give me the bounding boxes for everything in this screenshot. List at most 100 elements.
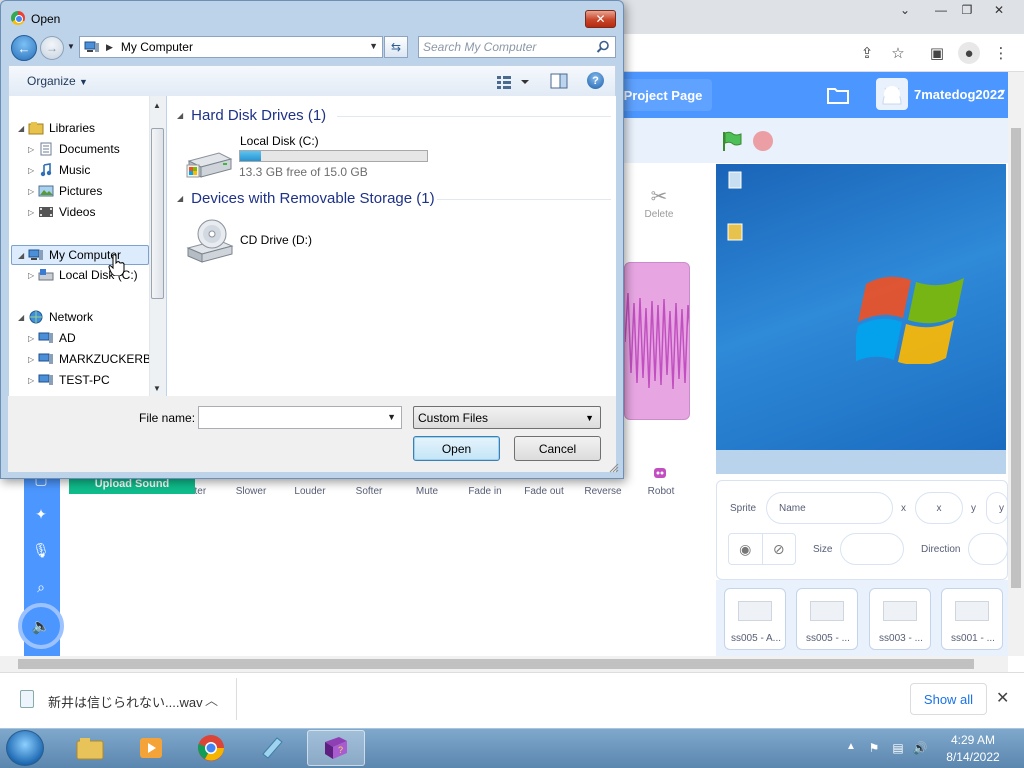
show-hidden-icons-icon[interactable]: ▲ [846, 741, 856, 752]
search-input[interactable] [423, 39, 591, 55]
resize-grip-icon[interactable] [609, 463, 619, 473]
size-input[interactable] [840, 533, 904, 565]
clock-date[interactable]: 8/14/2022 [930, 750, 1016, 764]
effect-fade-in[interactable]: Fade in [457, 486, 513, 497]
organize-button[interactable]: Organize ▼ [27, 74, 88, 88]
x-input[interactable]: x [915, 492, 963, 524]
dialog-close-button[interactable]: ✕ [585, 10, 616, 28]
notepad-taskbar-button[interactable] [243, 730, 301, 766]
show-all-button[interactable]: Show all [910, 683, 987, 715]
effect-reverse[interactable]: Reverse [575, 486, 631, 497]
effect-louder[interactable]: Louder [282, 486, 338, 497]
horizontal-scroll-thumb[interactable] [18, 659, 974, 669]
show-eye-icon[interactable]: ◉ [729, 534, 762, 564]
collapsed-arrow-icon[interactable]: ▷ [28, 187, 38, 196]
open-button[interactable]: Open [413, 436, 500, 461]
file-type-select[interactable]: Custom Files ▼ [413, 406, 601, 429]
nav-item-network[interactable]: ◢ Network [18, 307, 93, 327]
breadcrumb-my-computer[interactable]: My Computer [121, 40, 193, 54]
sprite-tile[interactable]: ss003 - ... [869, 588, 931, 650]
microphone-icon[interactable]: 🎙 [31, 540, 51, 560]
nav-item-music[interactable]: ▷ Music [28, 160, 90, 180]
change-view-icon[interactable] [497, 74, 529, 90]
y-input[interactable]: y [986, 492, 1008, 524]
scroll-up-icon[interactable]: ▲ [153, 101, 161, 110]
collapsed-arrow-icon[interactable]: ▷ [28, 334, 38, 343]
close-download-shelf-icon[interactable]: ✕ [996, 688, 1009, 708]
drive-d-label[interactable]: CD Drive (D:) [240, 233, 312, 247]
chevron-up-icon[interactable]: ︿ [205, 690, 218, 709]
explorer-taskbar-button[interactable] [61, 730, 119, 766]
collapsed-arrow-icon[interactable]: ▷ [28, 271, 38, 280]
expanded-arrow-icon[interactable]: ◢ [18, 251, 28, 260]
stop-icon[interactable] [753, 131, 773, 151]
nav-item-libraries[interactable]: ◢ Libraries [18, 118, 95, 138]
hide-eye-icon[interactable]: ⊘ [761, 534, 796, 564]
expanded-arrow-icon[interactable]: ◢ [177, 111, 183, 120]
delete-tool[interactable]: ✂ Delete [642, 184, 676, 220]
breadcrumb-chevron-icon[interactable]: ▶ [106, 42, 113, 53]
close-window-icon[interactable]: ✕ [984, 0, 1014, 20]
effect-robot[interactable]: Robot [633, 486, 689, 497]
surprise-icon[interactable]: ✦ [31, 504, 51, 524]
preview-pane-icon[interactable] [550, 73, 568, 89]
nav-item-network-computer[interactable]: ▷ AD [28, 328, 76, 348]
collapsed-arrow-icon[interactable]: ▷ [28, 376, 38, 385]
start-button[interactable] [6, 730, 44, 766]
robot-icon[interactable] [652, 464, 668, 482]
media-player-taskbar-button[interactable] [122, 730, 180, 766]
navigation-scroll-thumb[interactable] [151, 128, 164, 299]
forward-button[interactable]: → [40, 36, 64, 60]
back-button[interactable]: ← [11, 35, 37, 61]
folder-icon[interactable] [826, 84, 850, 106]
collapsed-arrow-icon[interactable]: ▷ [28, 166, 38, 175]
search-sound-icon[interactable]: ⌕ [31, 577, 51, 597]
profile-icon[interactable]: ● [958, 42, 980, 64]
expanded-arrow-icon[interactable]: ◢ [177, 194, 183, 203]
recent-locations-icon[interactable]: ▼ [67, 42, 75, 51]
avatar[interactable] [876, 78, 908, 110]
sprite-name-input[interactable]: Name [766, 492, 893, 524]
action-center-icon[interactable]: ⚑ [866, 740, 882, 756]
tab-search-icon[interactable]: ⌄ [890, 0, 920, 20]
network-status-icon[interactable]: ▤ [890, 740, 906, 756]
effect-mute[interactable]: Mute [399, 486, 455, 497]
sound-waveform[interactable] [624, 262, 690, 420]
address-bar[interactable]: ▶ My Computer ▼ [79, 36, 383, 58]
group-removable-storage[interactable]: ◢ Devices with Removable Storage (1) [177, 190, 435, 207]
cd-drive-icon[interactable] [186, 218, 236, 264]
volume-icon[interactable]: 🔊 [912, 740, 928, 756]
restore-icon[interactable]: ❐ [952, 0, 982, 20]
expanded-arrow-icon[interactable]: ◢ [18, 313, 28, 322]
username[interactable]: 7matedog2022 [914, 87, 1004, 102]
cancel-button[interactable]: Cancel [514, 436, 601, 461]
nav-item-my-computer[interactable]: ◢ My Computer [18, 245, 121, 265]
effect-softer[interactable]: Softer [341, 486, 397, 497]
filename-input[interactable] [202, 409, 382, 426]
expanded-arrow-icon[interactable]: ◢ [18, 124, 28, 133]
refresh-button[interactable]: ⇆ [384, 36, 408, 58]
download-filename[interactable]: 新井は信じられない....wav [48, 692, 203, 711]
address-dropdown-icon[interactable]: ▼ [369, 41, 378, 51]
share-icon[interactable]: ⇪ [856, 42, 878, 64]
collapsed-arrow-icon[interactable]: ▷ [28, 355, 38, 364]
scroll-down-icon[interactable]: ▼ [153, 384, 161, 393]
nav-item-network-computer[interactable]: ▷ TEST-PC [28, 370, 110, 390]
sprite-tile[interactable]: ss005 - A... [724, 588, 786, 650]
direction-input[interactable] [968, 533, 1008, 565]
hard-drive-icon[interactable] [185, 143, 233, 183]
clock-time[interactable]: 4:29 AM [930, 733, 1016, 747]
nav-item-pictures[interactable]: ▷ Pictures [28, 181, 102, 201]
bookmark-star-icon[interactable]: ☆ [887, 42, 909, 64]
sprite-tile[interactable]: ss005 - ... [796, 588, 858, 650]
side-panel-icon[interactable]: ▣ [926, 42, 948, 64]
help-app-taskbar-button[interactable]: ? [307, 730, 365, 766]
group-hard-disk-drives[interactable]: ◢ Hard Disk Drives (1) [177, 107, 326, 124]
help-icon[interactable]: ? [587, 72, 604, 89]
effect-slower[interactable]: Slower [223, 486, 279, 497]
project-page-button[interactable]: Project Page [614, 79, 712, 111]
search-icon[interactable] [596, 40, 610, 54]
effect-fade-out[interactable]: Fade out [516, 486, 572, 497]
collapsed-arrow-icon[interactable]: ▷ [28, 145, 38, 154]
stage-canvas[interactable] [716, 164, 1006, 474]
